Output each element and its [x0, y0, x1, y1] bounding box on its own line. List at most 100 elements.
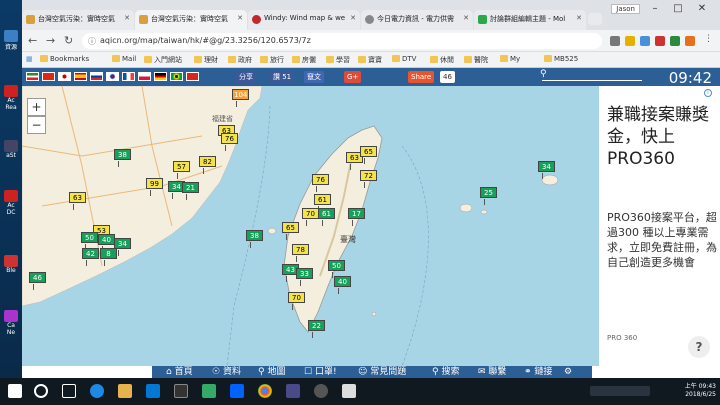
system-tray[interactable]: [590, 386, 650, 396]
aqi-marker[interactable]: 61: [314, 194, 331, 212]
aqi-marker[interactable]: 76: [221, 133, 238, 151]
aqi-marker[interactable]: 104: [232, 89, 250, 107]
desktop-icon[interactable]: Ac DC: [1, 190, 21, 216]
city-search-input[interactable]: ⚲: [540, 69, 642, 81]
desktop-icon[interactable]: aSt: [1, 140, 21, 159]
aqi-marker[interactable]: 38: [114, 149, 131, 167]
extension-icon[interactable]: [685, 36, 695, 46]
flag-icon[interactable]: [106, 72, 119, 81]
bookmark-item[interactable]: 入門網站: [144, 55, 182, 65]
dropbox-icon[interactable]: [230, 384, 244, 398]
zoom-in-button[interactable]: +: [27, 98, 46, 116]
aqi-marker[interactable]: 8: [100, 248, 117, 266]
bookmark-item[interactable]: DTV: [392, 55, 416, 63]
aqi-marker[interactable]: 25: [480, 187, 497, 205]
aqi-marker[interactable]: 65: [360, 146, 377, 164]
app-icon[interactable]: [314, 384, 328, 398]
share-button[interactable]: Share: [408, 71, 435, 83]
taskbar-clock[interactable]: 上午 09:43 2018/6/25: [685, 383, 716, 399]
flag-icon[interactable]: [154, 72, 167, 81]
maximize-icon[interactable]: □: [668, 3, 688, 14]
profile-button[interactable]: Jason: [611, 4, 640, 14]
search-icon[interactable]: [34, 384, 48, 398]
close-tab-icon[interactable]: ✕: [463, 14, 469, 22]
back-icon[interactable]: ←: [28, 34, 37, 47]
aqi-marker[interactable]: 61: [318, 208, 335, 226]
aqi-marker[interactable]: 76: [312, 174, 329, 192]
bookmark-item[interactable]: 旅行: [260, 55, 284, 65]
aqi-marker[interactable]: 33: [296, 268, 313, 286]
aqi-marker[interactable]: 78: [292, 244, 309, 262]
data-link[interactable]: ☉ 資料: [212, 366, 241, 378]
bookmark-item[interactable]: 休閒: [430, 55, 454, 65]
flag-icon[interactable]: [26, 72, 39, 81]
links-link[interactable]: ⚭ 鏈接: [524, 366, 552, 378]
file-explorer-icon[interactable]: [118, 384, 132, 398]
map-link[interactable]: ⚲ 地圖: [258, 366, 285, 378]
help-icon[interactable]: ?: [688, 336, 710, 358]
apps-icon[interactable]: ▦: [26, 55, 33, 63]
bookmark-item[interactable]: 醫院: [464, 55, 488, 65]
aqi-marker[interactable]: 65: [282, 222, 299, 240]
flag-icon[interactable]: [138, 72, 151, 81]
bookmark-item[interactable]: 寶寶: [358, 55, 382, 65]
bookmark-item[interactable]: MB525: [544, 55, 578, 63]
aqi-marker[interactable]: 34: [538, 161, 555, 179]
home-link[interactable]: ⌂ 首頁: [166, 366, 193, 378]
aqi-marker[interactable]: 40: [334, 276, 351, 294]
zoom-out-button[interactable]: −: [27, 116, 46, 134]
chrome-icon[interactable]: [258, 384, 272, 398]
tab[interactable]: 台灣空氣污染：實時空氣 ✕: [135, 10, 247, 30]
reload-icon[interactable]: ↻: [64, 34, 73, 47]
aqi-marker[interactable]: 17: [348, 208, 365, 226]
bookmark-item[interactable]: My: [500, 55, 520, 63]
task-view-icon[interactable]: [62, 384, 76, 398]
bookmark-item[interactable]: Mail: [112, 55, 136, 63]
desktop-icon[interactable]: Ac Rea: [1, 85, 21, 111]
aqi-marker[interactable]: 46: [29, 272, 46, 290]
flag-icon[interactable]: [58, 72, 71, 81]
aqi-marker[interactable]: 50: [81, 232, 98, 250]
facebook-like-button[interactable]: 讚 51: [270, 71, 295, 83]
aqi-marker[interactable]: 42: [82, 248, 99, 266]
app-icon[interactable]: [174, 384, 188, 398]
bookmark-item[interactable]: 理財: [194, 55, 218, 65]
star-icon[interactable]: [625, 36, 635, 46]
flag-icon[interactable]: [42, 72, 55, 81]
desktop-icon[interactable]: 資源: [1, 30, 21, 51]
aqi-marker[interactable]: 38: [246, 230, 263, 248]
close-tab-icon[interactable]: ✕: [576, 14, 582, 22]
key-icon[interactable]: [610, 36, 620, 46]
aqi-marker[interactable]: 22: [308, 320, 325, 338]
facebook-share-button[interactable]: 分享: [236, 71, 256, 83]
app-icon[interactable]: [202, 384, 216, 398]
store-icon[interactable]: [146, 384, 160, 398]
app-icon[interactable]: [342, 384, 356, 398]
url-input[interactable]: ⓘ aqicn.org/map/taiwan/hk/#@g/23.3256/120…: [82, 33, 602, 49]
aqi-marker[interactable]: 99: [146, 178, 163, 196]
aqi-marker[interactable]: 82: [199, 156, 216, 174]
extension-icon[interactable]: [655, 36, 665, 46]
minimize-icon[interactable]: –: [645, 3, 665, 14]
bookmark-item[interactable]: 學習: [326, 55, 350, 65]
ad-headline[interactable]: 兼職接案賺獎金，快上PRO360: [607, 104, 717, 170]
edge-icon[interactable]: [90, 384, 104, 398]
flag-icon[interactable]: [186, 72, 199, 81]
start-icon[interactable]: [8, 384, 22, 398]
bookmark-item[interactable]: 房儷: [292, 55, 316, 65]
mask-link[interactable]: ☐ 口罩!: [304, 366, 337, 378]
tab[interactable]: 台灣空氣污染：實時空氣 ✕: [22, 10, 134, 30]
post-link[interactable]: 竄文: [304, 71, 324, 83]
flag-icon[interactable]: [170, 72, 183, 81]
bookmark-item[interactable]: 政府: [228, 55, 252, 65]
close-tab-icon[interactable]: ✕: [350, 14, 356, 22]
tab[interactable]: Windy: Wind map & we ✕: [248, 10, 360, 30]
aqi-marker[interactable]: 70: [302, 208, 319, 226]
google-plus-button[interactable]: G+: [344, 71, 362, 83]
aqi-marker[interactable]: 40: [98, 234, 115, 252]
advertisement[interactable]: i 兼職接案賺獎金，快上PRO360 PRO360接案平台，超過300 種以上專…: [599, 86, 720, 366]
close-tab-icon[interactable]: ✕: [237, 14, 243, 22]
aqi-marker[interactable]: 72: [360, 170, 377, 188]
new-tab-button[interactable]: [588, 13, 602, 25]
bookmark-item[interactable]: Bookmarks: [40, 55, 89, 63]
